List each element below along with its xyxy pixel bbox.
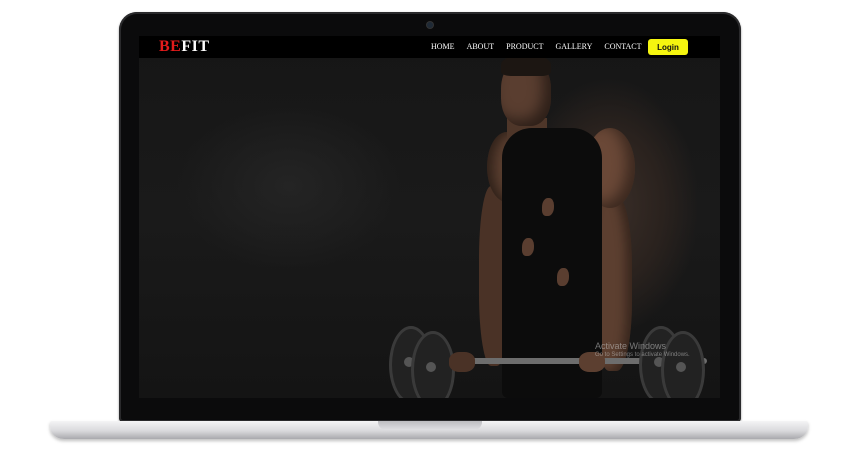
tank-rip xyxy=(557,268,569,286)
nav-link-about[interactable]: ABOUT xyxy=(467,42,495,51)
nav-link-product[interactable]: PRODUCT xyxy=(506,42,543,51)
navbar: BEFIT HOME ABOUT PRODUCT GALLERY CONTACT… xyxy=(139,36,720,58)
nav-link-gallery[interactable]: GALLERY xyxy=(555,42,592,51)
login-button[interactable]: Login xyxy=(648,39,688,55)
watermark-title: Activate Windows xyxy=(595,341,667,351)
nav-links: HOME ABOUT PRODUCT GALLERY CONTACT xyxy=(431,42,642,51)
webcam-icon xyxy=(427,22,433,28)
tank-rip xyxy=(542,198,554,216)
watermark-subtitle: Go to Settings to activate Windows. xyxy=(595,352,690,358)
brand-logo-part2: FIT xyxy=(181,38,210,55)
laptop-bezel-bottom xyxy=(124,398,736,418)
windows-activation-watermark: Activate Windows Go to Settings to activ… xyxy=(595,341,690,358)
tank-rip xyxy=(522,238,534,256)
nav-link-contact[interactable]: CONTACT xyxy=(604,42,641,51)
nav-link-home[interactable]: HOME xyxy=(431,42,455,51)
laptop-screen: BEFIT HOME ABOUT PRODUCT GALLERY CONTACT… xyxy=(139,36,720,398)
laptop-opening-notch xyxy=(378,421,482,430)
athlete-left-hand xyxy=(449,352,475,372)
brand-logo[interactable]: BEFIT xyxy=(159,38,210,56)
brand-logo-part1: BE xyxy=(159,38,182,55)
